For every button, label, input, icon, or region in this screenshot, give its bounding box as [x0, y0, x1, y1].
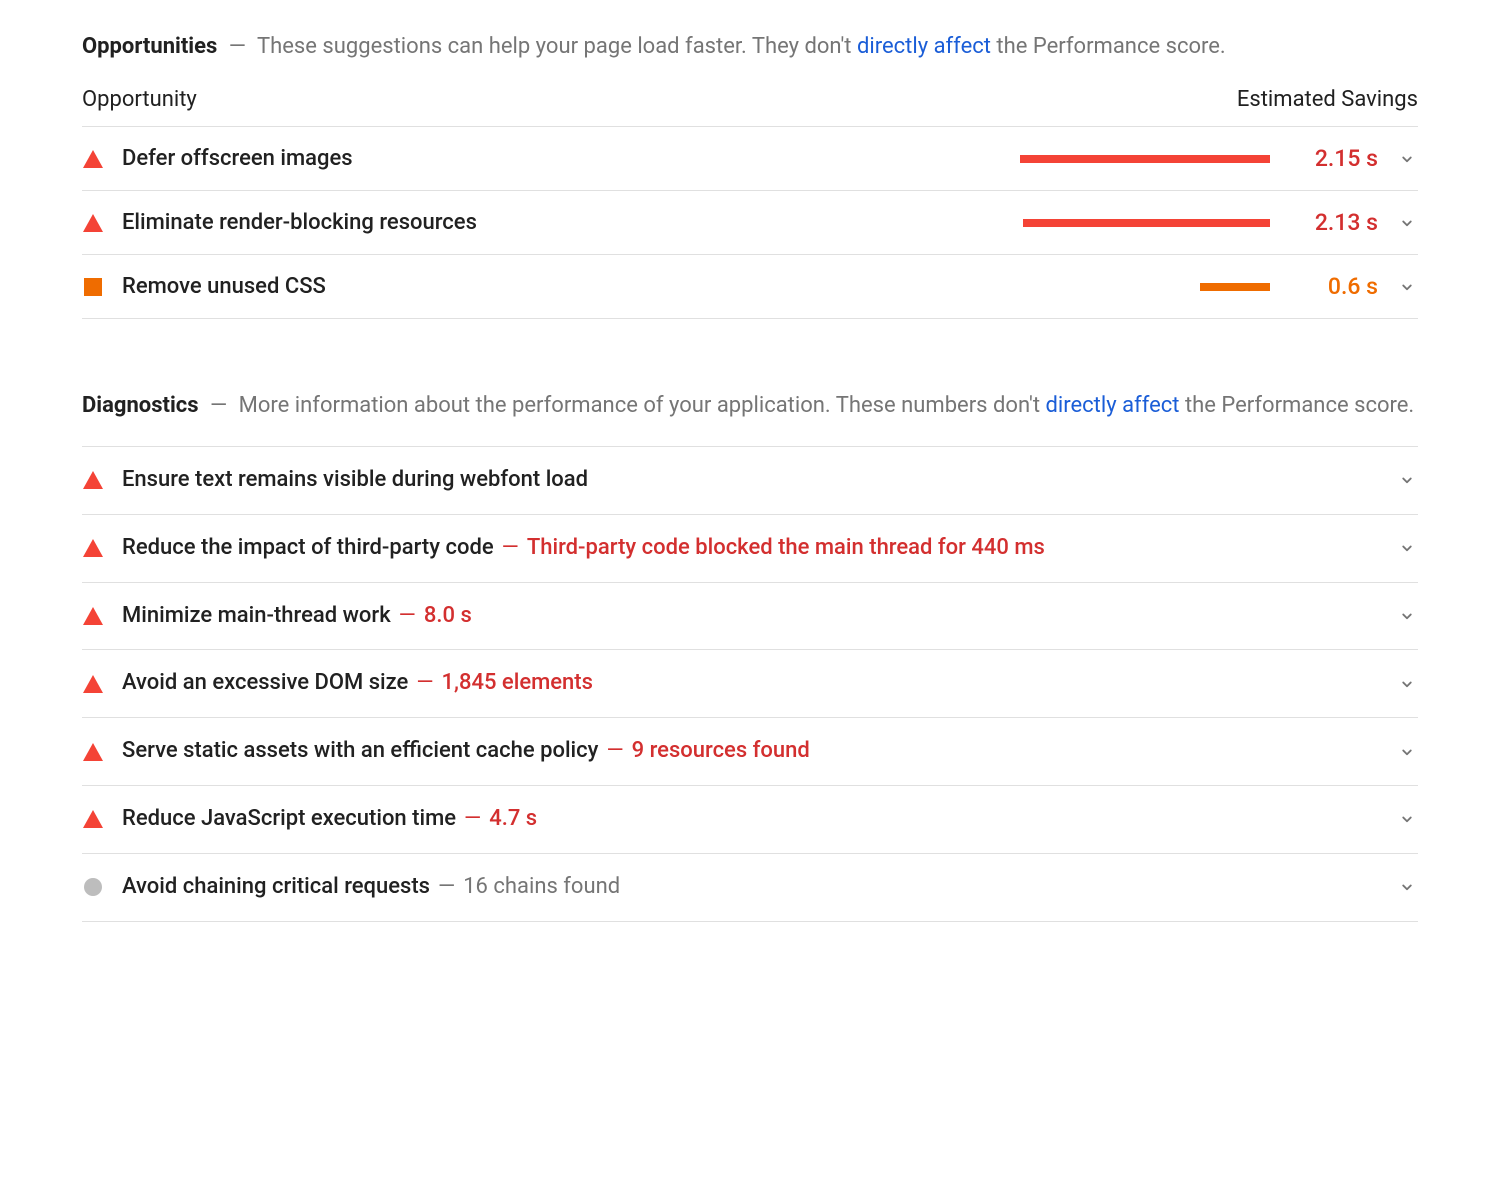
triangle-red-icon [82, 808, 104, 830]
text-dash: — [223, 34, 252, 59]
opportunity-title: Remove unused CSS [122, 274, 326, 299]
chevron-down-icon[interactable] [1396, 150, 1418, 168]
opportunity-row[interactable]: Remove unused CSS 0.6 s [82, 255, 1418, 319]
diagnostics-desc-post: the Performance score. [1179, 393, 1414, 418]
detail-dash: — [456, 804, 489, 835]
text-dash: — [204, 393, 233, 418]
diagnostic-detail: 16 chains found [463, 872, 620, 903]
diagnostic-title: Avoid chaining critical requests [122, 872, 430, 903]
diagnostic-detail: 8.0 s [424, 601, 472, 632]
diagnostic-row[interactable]: Ensure text remains visible during webfo… [82, 447, 1418, 515]
column-estimated-savings: Estimated Savings [1237, 87, 1418, 112]
opportunity-row[interactable]: Defer offscreen images 2.15 s [82, 127, 1418, 191]
chevron-down-icon[interactable] [1396, 743, 1418, 761]
detail-dash: — [494, 533, 527, 564]
savings-bar [1020, 155, 1270, 163]
diagnostic-row[interactable]: Avoid chaining critical requests—16 chai… [82, 854, 1418, 922]
diagnostic-detail: 4.7 s [489, 804, 537, 835]
triangle-red-icon [82, 148, 104, 170]
directly-affect-link[interactable]: directly affect [857, 34, 991, 59]
chevron-down-icon[interactable] [1396, 810, 1418, 828]
diagnostics-title: Diagnostics [82, 393, 199, 418]
detail-dash: — [430, 872, 463, 903]
savings-value: 2.15 s [1288, 145, 1378, 172]
triangle-red-icon [82, 605, 104, 627]
opportunities-title: Opportunities [82, 34, 217, 59]
diagnostic-title: Serve static assets with an efficient ca… [122, 736, 598, 767]
diagnostic-detail: 9 resources found [632, 736, 810, 767]
savings-bar [1020, 219, 1270, 227]
chevron-down-icon[interactable] [1396, 539, 1418, 557]
opportunity-table-header: Opportunity Estimated Savings [82, 87, 1418, 127]
circle-grey-icon [82, 876, 104, 898]
opportunities-header: Opportunities — These suggestions can he… [82, 30, 1418, 63]
diagnostic-row[interactable]: Minimize main-thread work—8.0 s [82, 583, 1418, 651]
diagnostic-title: Avoid an excessive DOM size [122, 668, 408, 699]
detail-dash: — [408, 668, 441, 699]
directly-affect-link[interactable]: directly affect [1045, 393, 1179, 418]
opportunity-list: Defer offscreen images 2.15 s Eliminate re… [82, 127, 1418, 319]
column-opportunity: Opportunity [82, 87, 197, 112]
diagnostic-detail: 1,845 elements [442, 668, 593, 699]
triangle-red-icon [82, 469, 104, 491]
opportunity-title: Defer offscreen images [122, 146, 353, 171]
triangle-red-icon [82, 673, 104, 695]
diagnostic-detail: Third-party code blocked the main thread… [527, 533, 1045, 564]
diagnostic-title: Ensure text remains visible during webfo… [122, 465, 588, 496]
diagnostic-title: Reduce the impact of third-party code [122, 533, 494, 564]
diagnostic-title: Minimize main-thread work [122, 601, 391, 632]
chevron-down-icon[interactable] [1396, 214, 1418, 232]
chevron-down-icon[interactable] [1396, 278, 1418, 296]
savings-value: 0.6 s [1288, 273, 1378, 300]
diagnostic-row[interactable]: Serve static assets with an efficient ca… [82, 718, 1418, 786]
triangle-red-icon [82, 212, 104, 234]
diagnostics-header: Diagnostics — More information about the… [82, 389, 1418, 422]
opportunities-desc-post: the Performance score. [991, 34, 1226, 59]
diagnostic-list: Ensure text remains visible during webfo… [82, 446, 1418, 922]
square-orange-icon [82, 276, 104, 298]
savings-value: 2.13 s [1288, 209, 1378, 236]
opportunity-title: Eliminate render-blocking resources [122, 210, 477, 235]
diagnostic-title: Reduce JavaScript execution time [122, 804, 456, 835]
opportunities-desc-pre: These suggestions can help your page loa… [257, 34, 857, 59]
chevron-down-icon[interactable] [1396, 607, 1418, 625]
diagnostic-row[interactable]: Reduce the impact of third-party code—Th… [82, 515, 1418, 583]
opportunity-row[interactable]: Eliminate render-blocking resources 2.13 … [82, 191, 1418, 255]
chevron-down-icon[interactable] [1396, 878, 1418, 896]
detail-dash: — [598, 736, 631, 767]
triangle-red-icon [82, 537, 104, 559]
detail-dash: — [391, 601, 424, 632]
triangle-red-icon [82, 741, 104, 763]
diagnostic-row[interactable]: Avoid an excessive DOM size—1,845 elemen… [82, 650, 1418, 718]
diagnostic-row[interactable]: Reduce JavaScript execution time—4.7 s [82, 786, 1418, 854]
chevron-down-icon[interactable] [1396, 675, 1418, 693]
savings-bar [1020, 283, 1270, 291]
diagnostics-desc-pre: More information about the performance o… [239, 393, 1046, 418]
chevron-down-icon[interactable] [1396, 471, 1418, 489]
